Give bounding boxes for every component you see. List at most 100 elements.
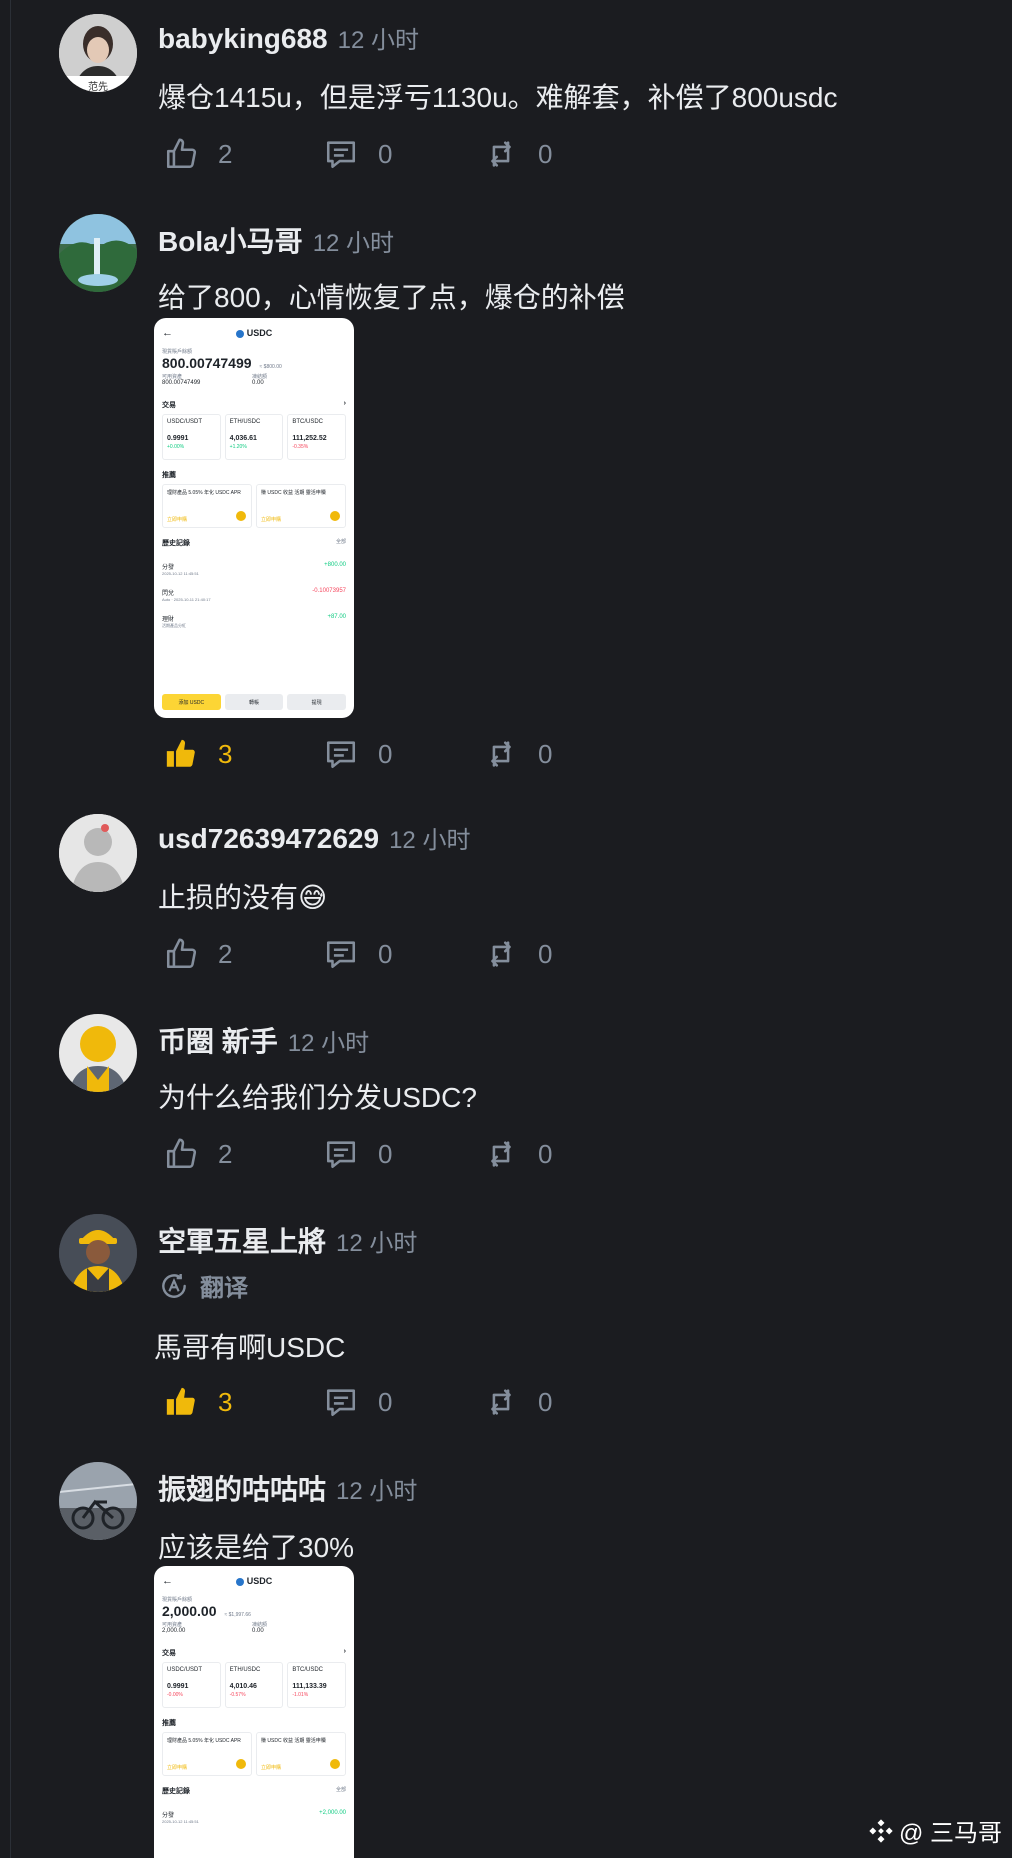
comment-text: 应该是给了30% [158, 1532, 355, 1563]
like-button[interactable]: 2 [164, 932, 232, 976]
recommend-card: 理財產品 5.05% 年化 USDC APR 立即申購 [162, 1732, 252, 1776]
repost-count: 0 [538, 138, 553, 169]
repost-icon [491, 741, 511, 767]
thumb-frozen: 0.00 [252, 380, 264, 386]
thumbs-up-filled-icon [166, 1387, 195, 1415]
reply-button[interactable]: 0 [324, 932, 392, 976]
pair-card: USDC/USDT 0.9991 +0.00% [162, 414, 221, 460]
thumb-title: USDC [246, 1576, 273, 1586]
attached-image[interactable]: ← USDC 現貨賬戶餘額 2,000.00 ≈ $1,997.66 可用資產 凍結… [154, 1566, 354, 1858]
comment-actions: 2 0 0 [0, 1132, 600, 1176]
pair-card: BTC/USDC 111,133.39 -1.01% [287, 1662, 347, 1708]
reply-count: 0 [378, 1386, 393, 1417]
history-row: 分發 2025-10-12 11:45:51 +2,000.00 [162, 1810, 346, 1824]
timestamp: 12 小时 [287, 1030, 370, 1057]
thumbs-up-icon [166, 138, 197, 169]
thumb-balance: 800.00747499 [162, 355, 252, 371]
comment-text: 馬哥有啊USDC [154, 1332, 346, 1363]
reply-button[interactable]: 0 [324, 1132, 392, 1176]
thumb-frozen-label: 凍結額 [252, 374, 268, 380]
thumb-history-label: 歷史記錄 [162, 540, 190, 547]
comment-icon [326, 941, 356, 969]
comment-actions: 2 0 0 [0, 132, 600, 176]
translate-button[interactable]: 翻译 [158, 1268, 248, 1303]
reply-button[interactable]: 0 [324, 1380, 392, 1424]
thumb-frozen: 0.00 [252, 1628, 264, 1634]
repost-button[interactable]: 0 [484, 932, 552, 976]
timestamp: 12 小时 [312, 230, 395, 257]
like-button[interactable]: 3 [164, 1380, 232, 1424]
binance-logo-icon [869, 1818, 893, 1843]
repost-icon [491, 1389, 511, 1415]
username[interactable]: usd72639472629 [158, 823, 379, 855]
like-button[interactable]: 2 [164, 1132, 232, 1176]
reply-count: 0 [378, 938, 393, 969]
watermark-text: @ 三马哥 [898, 1820, 1002, 1847]
thumb-withdraw-button: 提現 [287, 694, 347, 710]
thumb-avail: 2,000.00 [162, 1628, 186, 1634]
pair-card: USDC/USDT 0.9991 -0.00% [162, 1662, 221, 1708]
reply-count: 0 [378, 738, 393, 769]
username[interactable]: babyking688 [158, 23, 328, 55]
thumb-history-filter: 全部 [335, 539, 346, 545]
recommend-card: 賺 USDC 收益 活期 靈活申贖 立即申購 [256, 484, 346, 528]
thumb-frozen-label: 凍結額 [252, 1622, 268, 1628]
like-count: 3 [218, 1386, 233, 1417]
comment-icon [326, 741, 356, 769]
repost-button[interactable]: 0 [484, 1132, 552, 1176]
thumbs-up-icon [166, 938, 197, 969]
username[interactable]: 空軍五星上將 [158, 1220, 326, 1260]
thumb-history-filter: 全部 [335, 1787, 346, 1793]
thumb-add-button: 添加 USDC [162, 694, 221, 710]
avatar[interactable] [59, 814, 137, 892]
repost-button[interactable]: 0 [484, 132, 552, 176]
comment-text: 爆仓1415u，但是浮亏1130u。难解套，补偿了800usdc [158, 82, 838, 113]
repost-icon [491, 941, 511, 967]
avatar-caption: 范先 [88, 82, 108, 92]
thumbs-up-icon [166, 1138, 197, 1169]
username[interactable]: 币圈 新手 [158, 1020, 278, 1060]
reply-button[interactable]: 0 [324, 132, 392, 176]
thumb-balance-label: 現貨賬戶餘額 [162, 1597, 193, 1603]
timestamp: 12 小时 [336, 1478, 418, 1505]
comment-icon [326, 141, 356, 169]
comment-text: 为什么给我们分发USDC? [158, 1082, 477, 1113]
avatar[interactable] [59, 1462, 137, 1540]
thumb-balance-label: 現貨賬戶餘額 [162, 349, 193, 355]
usdc-icon [235, 329, 244, 338]
avatar[interactable] [59, 1214, 137, 1292]
username[interactable]: 振翅的咕咕咕 [158, 1468, 326, 1508]
recommend-card: 理財產品 5.05% 年化 USDC APR 立即申購 [162, 484, 252, 528]
history-row: 閃兌 Auto · 2025-10-11 21:40:17 -0.10073957 [162, 588, 346, 602]
comment-feed: 范先 babyking688 12 小时 爆仓1415u，但是浮亏1130u。难… [0, 0, 1012, 1858]
reply-button[interactable]: 0 [324, 732, 392, 776]
avatar[interactable]: 范先 [59, 14, 137, 92]
pair-card: BTC/USDC 111,252.52 -0.35% [287, 414, 347, 460]
like-count: 2 [218, 1138, 233, 1169]
like-button[interactable]: 2 [164, 132, 232, 176]
recommend-card: 賺 USDC 收益 活期 靈活申贖 立即申購 [256, 1732, 346, 1776]
avatar[interactable] [59, 214, 137, 292]
repost-button[interactable]: 0 [484, 1380, 552, 1424]
repost-button[interactable]: 0 [484, 732, 552, 776]
thumb-trade-label: 交易 [162, 402, 176, 409]
repost-count: 0 [538, 1138, 553, 1169]
username[interactable]: Bola小马哥 [158, 220, 303, 260]
like-button[interactable]: 3 [164, 732, 232, 776]
reply-count: 0 [378, 138, 393, 169]
thumbs-up-filled-icon [166, 739, 195, 767]
repost-count: 0 [538, 938, 553, 969]
comment-icon [326, 1141, 356, 1169]
thumb-transfer-button: 轉帳 [224, 694, 284, 710]
comment-actions: 2 0 0 [0, 932, 600, 976]
thumb-history-label: 歷史記錄 [162, 1788, 190, 1795]
repost-icon [491, 141, 511, 167]
thumb-balance: 2,000.00 [162, 1603, 217, 1619]
repost-count: 0 [538, 1386, 553, 1417]
like-count: 2 [218, 138, 233, 169]
thumb-recommend-label: 推薦 [162, 1720, 176, 1727]
attached-image[interactable]: ← USDC 現貨賬戶餘額 800.00747499 ≈ $800.00 可用資產… [154, 318, 354, 718]
timestamp: 12 小时 [389, 827, 471, 854]
avatar[interactable] [59, 1014, 137, 1092]
watermark: @ 三马哥 [867, 1813, 1002, 1848]
